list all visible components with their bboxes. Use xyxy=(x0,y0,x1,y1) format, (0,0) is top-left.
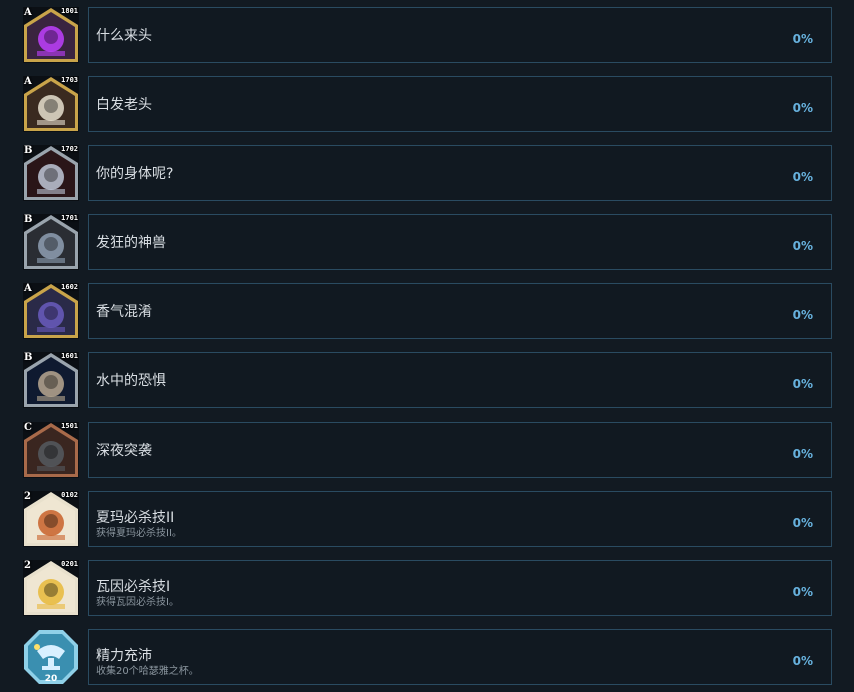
achievement-card[interactable]: 发狂的神兽 0% xyxy=(88,214,832,270)
achievement-code: 0201 xyxy=(61,560,78,568)
achievement-row[interactable]: 2 0201 瓦因必杀技I 获得瓦因必杀技I。 0% xyxy=(0,560,854,618)
achievement-row[interactable]: A 1703 白发老头 0% xyxy=(0,76,854,134)
achievement-code: 1701 xyxy=(61,214,78,222)
achievement-card[interactable]: 香气混淆 0% xyxy=(88,283,832,339)
achievement-code: 1702 xyxy=(61,145,78,153)
achievement-title: 发狂的神兽 xyxy=(96,235,166,251)
grade-label: A xyxy=(24,283,32,294)
grade-label: 2 xyxy=(24,560,31,571)
achievement-row[interactable]: A 1602 香气混淆 0% xyxy=(0,283,854,341)
achievement-title: 你的身体呢? xyxy=(96,166,174,182)
achievement-title: 香气混淆 xyxy=(96,304,152,320)
achievement-code: 1602 xyxy=(61,283,78,291)
achievement-code: 1601 xyxy=(61,352,78,360)
grade-label: 2 xyxy=(24,491,31,502)
achievement-row[interactable]: B 1702 你的身体呢? 0% xyxy=(0,145,854,203)
achievement-row[interactable]: C 1501 深夜突袭 0% xyxy=(0,422,854,480)
achievement-code: 1801 xyxy=(61,7,78,15)
unlock-percentage: 0% xyxy=(792,654,813,668)
achievement-row[interactable]: B 1601 水中的恐惧 0% xyxy=(0,352,854,410)
achievement-card[interactable]: 深夜突袭 0% xyxy=(88,422,832,478)
achievement-code: 1703 xyxy=(61,76,78,84)
achievement-card[interactable]: 水中的恐惧 0% xyxy=(88,352,832,408)
achievement-code: 1501 xyxy=(61,422,78,430)
unlock-percentage: 0% xyxy=(792,308,813,322)
unlock-percentage: 0% xyxy=(792,170,813,184)
rampaging-beast-icon: B 1701 xyxy=(23,214,79,270)
grade-label: A xyxy=(24,7,32,18)
achievement-card[interactable]: 瓦因必杀技I 获得瓦因必杀技I。 0% xyxy=(88,560,832,616)
grade-label: B xyxy=(24,145,33,156)
grade-label: B xyxy=(24,214,33,225)
unlock-percentage: 0% xyxy=(792,239,813,253)
achievement-title: 瓦因必杀技I xyxy=(96,579,171,595)
svg-text:20: 20 xyxy=(45,674,58,684)
achievement-list: A 1801 什么来头 0% A 1703 白发老头 0% B 1702 你的身体呢? 0% B 1… xyxy=(0,0,854,692)
achievement-description: 获得夏玛必杀技II。 xyxy=(96,528,182,539)
achievement-card[interactable]: 你的身体呢? 0% xyxy=(88,145,832,201)
achievement-title: 精力充沛 xyxy=(96,648,152,664)
blue-eye-flower-icon: A 1602 xyxy=(23,283,79,339)
achievement-title: 白发老头 xyxy=(96,97,152,113)
achievement-row[interactable]: 20 精力充沛收集20个哈瑟雅之杯。 0% xyxy=(0,629,854,687)
unlock-percentage: 0% xyxy=(792,447,813,461)
achievement-card[interactable]: 精力充沛收集20个哈瑟雅之杯。 0% xyxy=(88,629,832,685)
achievement-title: 什么来头 xyxy=(96,28,152,44)
achievement-card[interactable]: 白发老头 0% xyxy=(88,76,832,132)
unlock-percentage: 0% xyxy=(792,32,813,46)
unlock-percentage: 0% xyxy=(792,585,813,599)
unlock-percentage: 0% xyxy=(792,101,813,115)
goblet-twenty-badge-icon: 20 xyxy=(23,629,79,685)
demon-skull-icon: B 1702 xyxy=(23,145,79,201)
achievement-title: 深夜突袭 xyxy=(96,443,152,459)
achievement-card[interactable]: 夏玛必杀技II 获得夏玛必杀技II。 0% xyxy=(88,491,832,547)
white-haired-old-man-icon: A 1703 xyxy=(23,76,79,132)
achievement-description: 收集20个哈瑟雅之杯。 xyxy=(96,666,199,677)
achievement-code: 0102 xyxy=(61,491,78,499)
purple-spider-icon: A 1801 xyxy=(23,7,79,63)
achievement-title: 夏玛必杀技II xyxy=(96,510,175,526)
achievement-row[interactable]: A 1801 什么来头 0% xyxy=(0,7,854,65)
grade-label: A xyxy=(24,76,32,87)
night-raid-beast-icon: C 1501 xyxy=(23,422,79,478)
achievement-title: 水中的恐惧 xyxy=(96,373,166,389)
grade-label: B xyxy=(24,352,33,363)
achievement-card[interactable]: 什么来头 0% xyxy=(88,7,832,63)
unlock-percentage: 0% xyxy=(792,516,813,530)
achievement-description: 获得瓦因必杀技I。 xyxy=(96,597,179,608)
unlock-percentage: 0% xyxy=(792,377,813,391)
water-eel-icon: B 1601 xyxy=(23,352,79,408)
shama-fox-girl-icon: 2 0102 xyxy=(23,491,79,547)
achievement-row[interactable]: B 1701 发狂的神兽 0% xyxy=(0,214,854,272)
grade-label: C xyxy=(24,422,32,433)
achievement-row[interactable]: 2 0102 夏玛必杀技II 获得夏玛必杀技II。 0% xyxy=(0,491,854,549)
vine-warrior-icon: 2 0201 xyxy=(23,560,79,616)
